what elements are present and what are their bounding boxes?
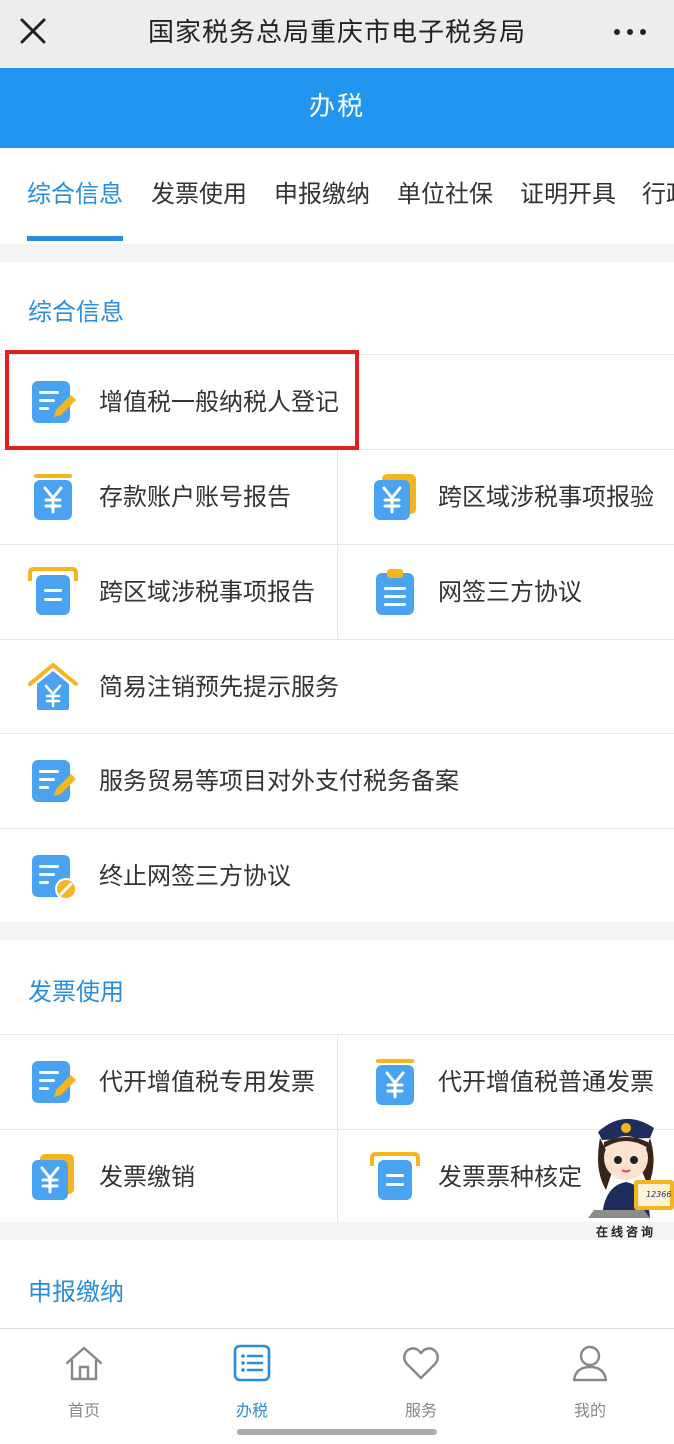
yen-document-icon <box>32 1154 74 1200</box>
online-consult-button[interactable]: 12366 在线咨询 <box>584 1110 674 1240</box>
general-info-section: 综合信息 增值税一般纳税人登记 存款账户账号报告 跨区域涉税事项报验 跨区域涉税… <box>0 262 674 922</box>
service-item-cross-region-inspection[interactable]: 跨区域涉税事项报验 <box>338 450 674 544</box>
bottom-navigation: 首页 办税 服务 我的 <box>0 1328 674 1420</box>
service-item-label: 跨区域涉税事项报验 <box>438 483 654 511</box>
service-item-simple-deregistration-notice[interactable]: 简易注销预先提示服务 <box>0 640 674 734</box>
service-item-label: 跨区域涉税事项报告 <box>99 578 315 606</box>
yen-document-icon <box>374 474 416 520</box>
category-tabs: 综合信息 发票使用 申报缴纳 单位社保 证明开具 行政 <box>0 148 674 244</box>
active-tab-indicator <box>27 236 123 241</box>
window-titlebar: 国家税务总局重庆市电子税务局 <box>0 0 674 68</box>
report-document-icon <box>28 567 78 615</box>
section-title-invoice: 发票使用 <box>28 978 124 1006</box>
page-header: 办税 <box>0 68 674 148</box>
window-title: 国家税务总局重庆市电子税务局 <box>147 18 526 48</box>
home-indicator <box>237 1429 437 1435</box>
nav-label: 办税 <box>235 1401 268 1420</box>
section-title-general: 综合信息 <box>28 298 124 326</box>
tab-certificate[interactable]: 证明开具 <box>520 148 616 244</box>
nav-label: 首页 <box>67 1401 100 1420</box>
tab-social-security[interactable]: 单位社保 <box>397 148 493 244</box>
tab-invoice-use[interactable]: 发票使用 <box>151 148 247 244</box>
service-item-deposit-account-report[interactable]: 存款账户账号报告 <box>0 450 337 544</box>
nav-label: 我的 <box>573 1401 606 1420</box>
heart-icon <box>403 1347 439 1380</box>
more-menu-button[interactable] <box>610 20 650 44</box>
declaration-section: 申报缴纳 <box>0 1240 674 1328</box>
close-button[interactable] <box>14 12 54 52</box>
more-dots-icon <box>614 29 620 35</box>
service-item-online-tripartite-agreement[interactable]: 网签三方协议 <box>338 545 674 639</box>
tab-administrative[interactable]: 行政 <box>642 148 674 244</box>
service-item-label: 发票缴销 <box>99 1163 195 1191</box>
list-icon <box>233 1344 271 1382</box>
section-title-declaration: 申报缴纳 <box>28 1278 124 1306</box>
service-item-general-taxpayer-registration[interactable]: 增值税一般纳税人登记 <box>0 355 674 449</box>
service-item-label: 终止网签三方协议 <box>99 862 291 890</box>
home-icon <box>65 1346 103 1381</box>
hotline-number: 12366 <box>646 1190 672 1199</box>
nav-tax-handling[interactable]: 办税 <box>168 1329 336 1421</box>
service-item-cross-region-report[interactable]: 跨区域涉税事项报告 <box>0 545 337 639</box>
user-icon <box>572 1345 608 1382</box>
service-item-label: 简易注销预先提示服务 <box>99 673 339 701</box>
yen-document-icon <box>34 474 72 520</box>
close-icon <box>20 18 46 44</box>
online-consult-label: 在线咨询 <box>596 1225 657 1239</box>
service-item-label: 发票票种核定 <box>438 1163 582 1191</box>
yen-house-icon <box>28 663 78 710</box>
invoice-section: 发票使用 代开增值税专用发票 代开增值税普通发票 发票缴销 发票票种核定 <box>0 940 674 1222</box>
nav-home[interactable]: 首页 <box>0 1329 168 1421</box>
customer-service-mascot-icon <box>588 1118 674 1218</box>
edit-form-icon <box>32 1061 76 1103</box>
service-item-special-vat-invoice[interactable]: 代开增值税专用发票 <box>0 1035 337 1129</box>
service-item-label: 存款账户账号报告 <box>99 483 291 511</box>
service-item-terminate-tripartite-agreement[interactable]: 终止网签三方协议 <box>0 829 674 923</box>
service-item-service-trade-payment-filing[interactable]: 服务贸易等项目对外支付税务备案 <box>0 734 674 828</box>
tab-declaration[interactable]: 申报缴纳 <box>274 148 370 244</box>
clipboard-icon <box>376 569 414 615</box>
yen-document-icon <box>376 1059 414 1105</box>
service-item-label: 增值税一般纳税人登记 <box>99 388 339 416</box>
service-item-invoice-cancellation[interactable]: 发票缴销 <box>0 1130 337 1224</box>
nav-profile[interactable]: 我的 <box>506 1329 674 1421</box>
tab-general-info[interactable]: 综合信息 <box>27 148 123 244</box>
nav-label: 服务 <box>404 1401 437 1420</box>
service-item-label: 服务贸易等项目对外支付税务备案 <box>99 767 459 795</box>
edit-form-icon <box>32 760 76 802</box>
cancel-form-icon <box>32 855 77 900</box>
report-document-icon <box>370 1152 420 1200</box>
edit-form-icon <box>32 381 76 423</box>
service-item-label: 代开增值税专用发票 <box>99 1068 315 1096</box>
service-item-label: 网签三方协议 <box>438 578 582 606</box>
nav-services[interactable]: 服务 <box>337 1329 505 1421</box>
